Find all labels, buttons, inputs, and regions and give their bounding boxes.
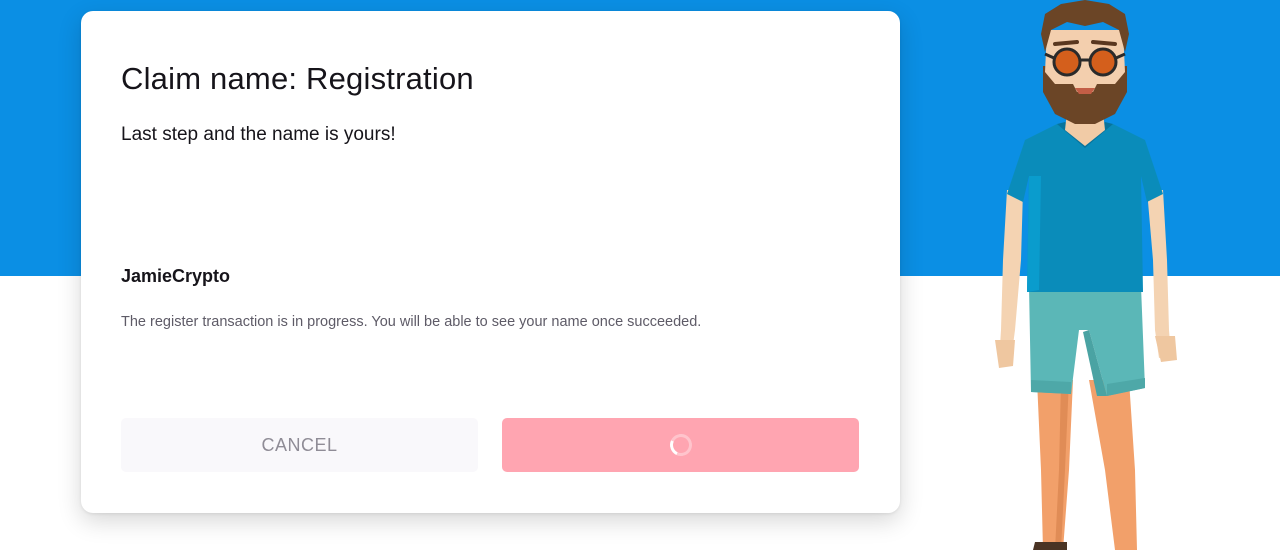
claim-name-dialog: Claim name: Registration Last step and t… [81, 11, 900, 513]
dialog-subtitle: Last step and the name is yours! [121, 124, 396, 145]
page: Claim name: Registration Last step and t… [0, 0, 1280, 550]
cancel-button[interactable]: CANCEL [121, 418, 478, 472]
claimed-name: JamieCrypto [121, 266, 231, 286]
loading-spinner-icon [666, 430, 695, 460]
avatar-illustration [995, 0, 1177, 550]
dialog-title: Claim name: Registration [121, 61, 474, 96]
transaction-status-message: The register transaction is in progress.… [121, 314, 702, 330]
cancel-button-label: CANCEL [261, 434, 338, 455]
confirm-button-loading[interactable] [502, 418, 859, 472]
